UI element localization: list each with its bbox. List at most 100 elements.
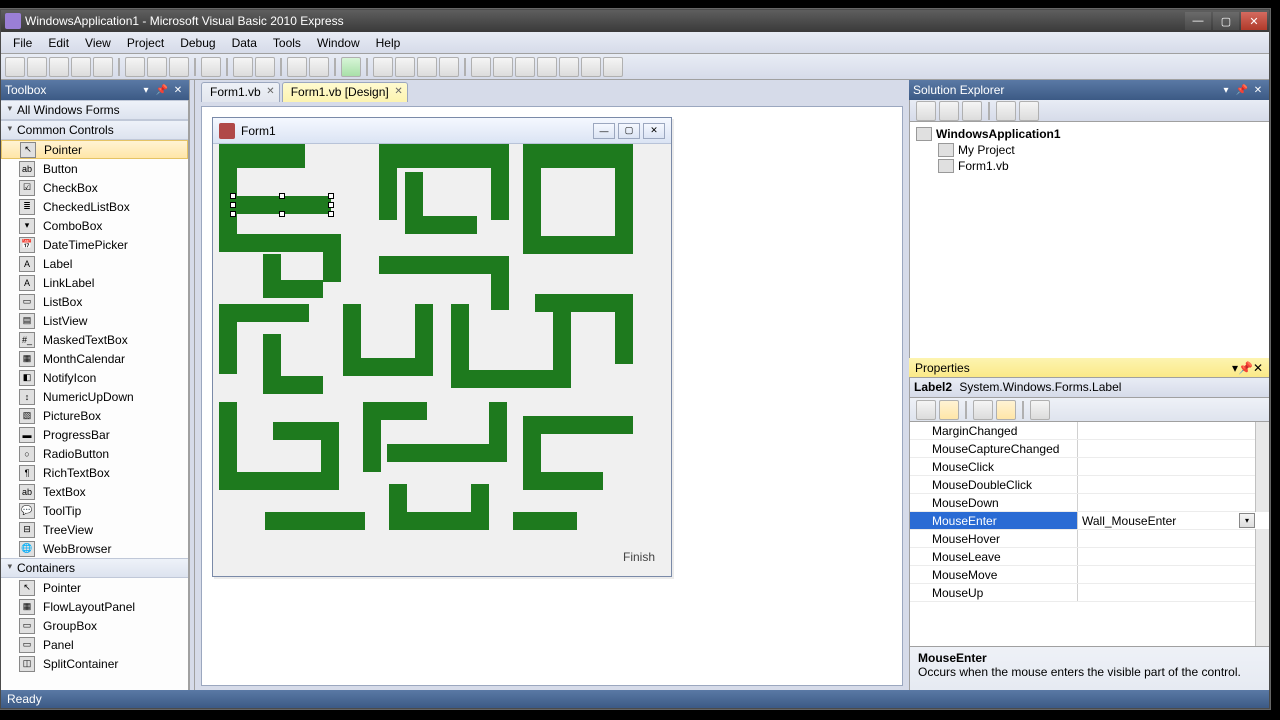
categorized-button[interactable]: [916, 400, 936, 420]
toolbox-item-checkbox[interactable]: ☑CheckBox: [1, 178, 188, 197]
property-value[interactable]: [1078, 548, 1269, 565]
maze-wall[interactable]: [263, 376, 323, 394]
menu-data[interactable]: Data: [224, 34, 265, 52]
maze-wall[interactable]: [379, 256, 509, 274]
toolbox-item-pointer[interactable]: ↖Pointer: [1, 140, 188, 159]
maze-wall[interactable]: [379, 144, 397, 220]
breakpoints-button[interactable]: [439, 57, 459, 77]
maze-wall[interactable]: [523, 236, 633, 254]
toolbox-item-numericupdown[interactable]: ↕NumericUpDown: [1, 387, 188, 406]
toolbox-item-webbrowser[interactable]: 🌐WebBrowser: [1, 539, 188, 558]
toolbox-item-listview[interactable]: ▤ListView: [1, 311, 188, 330]
save-all-button[interactable]: [93, 57, 113, 77]
property-row[interactable]: MarginChanged: [910, 422, 1269, 440]
toolbox-item-flowlayoutpanel[interactable]: ▦FlowLayoutPanel: [1, 597, 188, 616]
minimize-button[interactable]: —: [1185, 12, 1211, 30]
start-debug-button[interactable]: [341, 57, 361, 77]
tab-close-icon[interactable]: ✕: [394, 86, 402, 97]
pin-icon[interactable]: 📌: [1238, 361, 1253, 375]
tree-item[interactable]: My Project: [936, 142, 1265, 158]
add-item-button[interactable]: [49, 57, 69, 77]
close-button[interactable]: ✕: [1241, 12, 1267, 30]
show-all-files-button[interactable]: [939, 101, 959, 121]
menu-debug[interactable]: Debug: [172, 34, 223, 52]
uncomment-button[interactable]: [255, 57, 275, 77]
dropdown-icon[interactable]: ▾: [139, 83, 153, 97]
maze-wall[interactable]: [491, 144, 509, 220]
menu-window[interactable]: Window: [309, 34, 368, 52]
toolbox-item-button[interactable]: abButton: [1, 159, 188, 178]
menu-project[interactable]: Project: [119, 34, 172, 52]
toolbox-item-datetimepicker[interactable]: 📅DateTimePicker: [1, 235, 188, 254]
toolbox-item-label[interactable]: ALabel: [1, 254, 188, 273]
maze-wall[interactable]: [513, 512, 577, 530]
toolbox-item-monthcalendar[interactable]: ▦MonthCalendar: [1, 349, 188, 368]
solution-tree[interactable]: WindowsApplication1 My ProjectForm1.vb: [910, 122, 1269, 178]
property-value[interactable]: [1078, 584, 1269, 601]
find-button[interactable]: [201, 57, 221, 77]
property-row[interactable]: MouseCaptureChanged: [910, 440, 1269, 458]
property-value[interactable]: [1078, 422, 1269, 439]
menu-edit[interactable]: Edit: [40, 34, 77, 52]
form-close-button[interactable]: ✕: [643, 123, 665, 139]
maze-wall[interactable]: [523, 472, 603, 490]
maze-wall[interactable]: [553, 304, 571, 388]
property-value[interactable]: [1078, 494, 1269, 511]
properties-tab-button[interactable]: [973, 400, 993, 420]
toolbox-item-tooltip[interactable]: 💬ToolTip: [1, 501, 188, 520]
properties-grid[interactable]: MarginChangedMouseCaptureChangedMouseCli…: [910, 422, 1269, 646]
step-over-button[interactable]: [395, 57, 415, 77]
toolbox-group[interactable]: Containers: [1, 558, 188, 578]
property-value[interactable]: [1078, 440, 1269, 457]
resize-handle[interactable]: [279, 193, 285, 199]
form-maximize-button[interactable]: ▢: [618, 123, 640, 139]
toolbox-item-linklabel[interactable]: ALinkLabel: [1, 273, 188, 292]
menu-tools[interactable]: Tools: [265, 34, 309, 52]
titlebar[interactable]: WindowsApplication1 - Microsoft Visual B…: [1, 10, 1269, 32]
toolbox-item-panel[interactable]: ▭Panel: [1, 635, 188, 654]
step-out-button[interactable]: [417, 57, 437, 77]
maze-wall[interactable]: [615, 294, 633, 364]
maze-wall[interactable]: [265, 512, 365, 530]
maze-wall[interactable]: [379, 144, 509, 168]
property-value[interactable]: [1078, 476, 1269, 493]
save-button[interactable]: [71, 57, 91, 77]
property-value[interactable]: [1078, 530, 1269, 547]
property-row[interactable]: MouseLeave: [910, 548, 1269, 566]
pin-icon[interactable]: 📌: [155, 83, 169, 97]
close-icon[interactable]: ✕: [171, 83, 185, 97]
solution-explorer-button[interactable]: [493, 57, 513, 77]
resize-handle[interactable]: [230, 193, 236, 199]
close-icon[interactable]: ✕: [1251, 83, 1265, 97]
dropdown-icon[interactable]: ▾: [1219, 83, 1233, 97]
property-row[interactable]: MouseMove: [910, 566, 1269, 584]
property-value[interactable]: Wall_MouseEnter▾: [1078, 512, 1269, 529]
form-client-area[interactable]: Finish: [213, 144, 671, 576]
maze-wall[interactable]: [491, 256, 509, 310]
close-icon[interactable]: ✕: [1253, 361, 1263, 375]
extension-manager-button[interactable]: [603, 57, 623, 77]
maze-wall[interactable]: [219, 144, 305, 168]
menu-help[interactable]: Help: [368, 34, 409, 52]
property-row[interactable]: MouseUp: [910, 584, 1269, 602]
toolbox-item-listbox[interactable]: ▭ListBox: [1, 292, 188, 311]
property-row[interactable]: MouseHover: [910, 530, 1269, 548]
property-value[interactable]: [1078, 458, 1269, 475]
resize-handle[interactable]: [328, 202, 334, 208]
toolbox-item-combobox[interactable]: ▾ComboBox: [1, 216, 188, 235]
project-node[interactable]: WindowsApplication1: [914, 126, 1265, 142]
menu-file[interactable]: File: [5, 34, 40, 52]
new-project-button[interactable]: [5, 57, 25, 77]
properties-button[interactable]: [916, 101, 936, 121]
form-window[interactable]: Form1 — ▢ ✕ Finish: [212, 117, 672, 577]
immediate-button[interactable]: [581, 57, 601, 77]
property-value[interactable]: [1078, 566, 1269, 583]
maze-wall[interactable]: [273, 422, 339, 440]
alphabetical-button[interactable]: [939, 400, 959, 420]
resize-handle[interactable]: [230, 202, 236, 208]
toolbox-group[interactable]: All Windows Forms: [1, 100, 188, 120]
redo-button[interactable]: [309, 57, 329, 77]
undo-button[interactable]: [287, 57, 307, 77]
property-row[interactable]: MouseDoubleClick: [910, 476, 1269, 494]
toolbox-item-splitcontainer[interactable]: ◫SplitContainer: [1, 654, 188, 673]
